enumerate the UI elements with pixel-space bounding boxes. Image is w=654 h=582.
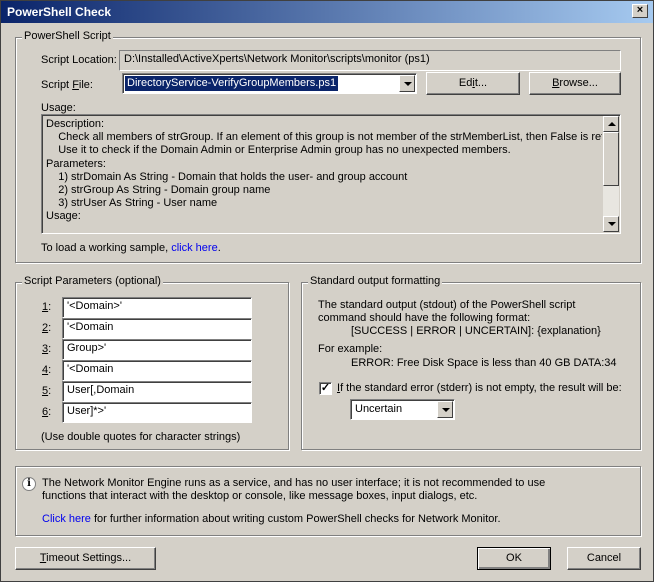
usage-label: Usage: [41,102,76,114]
title-bar: PowerShell Check × [1,1,653,23]
script-location-field: D:\Installed\ActiveXperts\Network Monito… [119,50,621,71]
browse-button[interactable]: Browse... [529,72,621,95]
output-formatting-legend: Standard output formatting [308,275,443,287]
script-parameters-legend: Script Parameters (optional) [22,275,163,287]
stdout-desc-line1: The standard output (stdout) of the Powe… [318,299,576,311]
working-sample-text: To load a working sample, click here. [41,242,221,254]
info-icon: i [22,477,36,491]
usage-line: Use it to check if the Domain Admin or E… [46,144,511,157]
param-value: User]*>' [67,405,107,417]
click-here-info-link[interactable]: Click here [42,513,91,525]
usage-text-area[interactable]: Description: Check all members of strGro… [41,114,621,234]
usage-line: Description: [46,118,105,130]
usage-line: Parameters: [46,157,106,170]
chevron-down-icon[interactable] [437,401,453,418]
param-number-label: 3: [42,343,52,355]
example-text: ERROR: Free Disk Space is less than 40 G… [351,357,617,369]
info-line1: The Network Monitor Engine runs as a ser… [42,477,546,489]
script-file-label: Script File: [41,79,93,91]
param-input[interactable]: User[,Domain [62,381,252,402]
powershell-script-legend: PowerShell Script [22,30,113,42]
cancel-button[interactable]: Cancel [567,547,641,570]
param-number-label: 1: [42,301,52,313]
param-input[interactable]: '<Domain [62,360,252,381]
stdout-desc-line2: command should have the following format… [318,312,531,324]
param-value: User[,Domain [67,384,135,396]
stderr-checkbox[interactable]: ✓ [319,382,332,395]
script-file-value: DirectoryService-VerifyGroupMembers.ps1 [125,76,339,91]
scroll-down-icon[interactable] [603,216,619,232]
usage-line: Usage: [46,210,81,223]
powershell-check-dialog: PowerShell Check × PowerShell Script Scr… [0,0,654,582]
param-value: Group>' [67,342,107,354]
param-input[interactable]: '<Domain [62,318,252,339]
stderr-label: If the standard error (stderr) is not em… [337,382,622,394]
usage-line: 2) strGroup As String - Domain group nam… [46,184,271,197]
param-input[interactable]: User]*>' [62,402,252,423]
usage-text: Description: Check all members of strGro… [46,118,602,224]
ok-button[interactable]: OK [477,547,551,570]
info-line2: functions that interact with the desktop… [42,490,478,502]
check-icon: ✓ [320,382,331,394]
usage-line: Check all members of strGroup. If an ele… [46,131,602,144]
window-title: PowerShell Check [7,5,112,19]
param-input[interactable]: Group>' [62,339,252,360]
param-number-label: 2: [42,322,52,334]
script-file-dropdown[interactable]: DirectoryService-VerifyGroupMembers.ps1 [122,73,417,94]
script-location-value: D:\Installed\ActiveXperts\Network Monito… [124,53,430,65]
example-label: For example: [318,343,383,355]
param-value: '<Domain [67,363,114,375]
param-input[interactable]: '<Domain>' [62,297,252,318]
usage-scrollbar[interactable] [603,116,619,232]
scroll-up-icon[interactable] [603,116,619,132]
param-number-label: 4: [42,364,52,376]
usage-line: 3) strUser As String - User name [46,197,218,210]
param-hint: (Use double quotes for character strings… [41,431,241,443]
usage-line: 1) strDomain As String - Domain that hol… [46,170,408,183]
info-line3: Click here for further information about… [42,513,501,525]
stderr-result-value: Uncertain [355,403,403,415]
click-here-sample-link[interactable]: click here [171,242,217,254]
chevron-down-icon[interactable] [399,75,415,92]
close-button[interactable]: × [632,4,648,18]
scroll-thumb[interactable] [603,132,619,186]
param-value: '<Domain [67,321,114,333]
param-value: '<Domain>' [67,300,122,312]
stdout-format: [SUCCESS | ERROR | UNCERTAIN]: {explanat… [351,325,601,337]
param-number-label: 5: [42,385,52,397]
timeout-settings-button[interactable]: Timeout Settings... [15,547,156,570]
stderr-result-dropdown[interactable]: Uncertain [350,399,455,420]
script-location-label: Script Location: [41,54,117,66]
edit-button[interactable]: Edit... [426,72,520,95]
param-number-label: 6: [42,406,52,418]
